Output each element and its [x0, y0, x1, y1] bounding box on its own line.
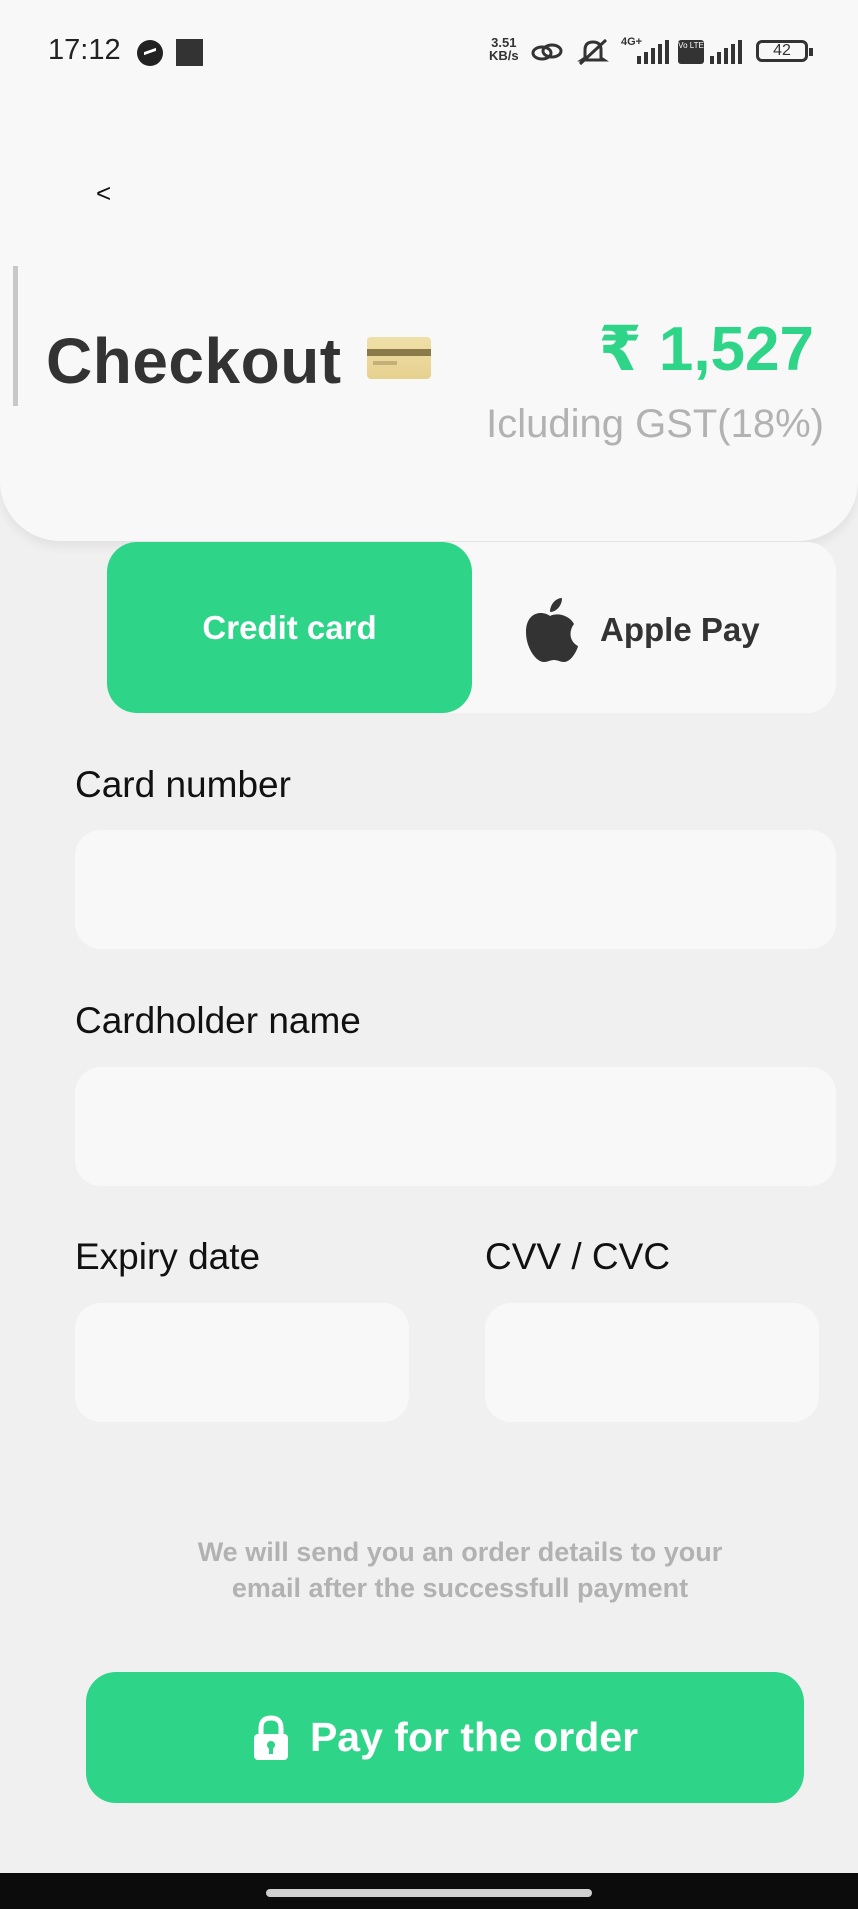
- card-number-label: Card number: [75, 764, 291, 805]
- back-button[interactable]: <: [96, 178, 111, 209]
- scroll-indicator: [13, 266, 18, 406]
- email-info-line: email after the successfull payment: [231, 1573, 689, 1603]
- mute-icon: [577, 38, 609, 66]
- email-info-line: We will send you an order details to you…: [197, 1537, 723, 1567]
- tax-note: Icluding GST(18%): [486, 402, 824, 446]
- signal-icon: [637, 40, 669, 64]
- net-speed: 3.51 KB/s: [489, 36, 519, 62]
- stop-icon: [176, 39, 203, 66]
- battery-icon: 42: [756, 40, 813, 62]
- link-icon: [531, 43, 563, 61]
- apple-icon: [526, 598, 578, 662]
- expiry-date-label: Expiry date: [75, 1236, 261, 1277]
- cardholder-name-label: Cardholder name: [75, 1000, 361, 1041]
- credit-card-tab-label: Credit card: [202, 608, 377, 646]
- lock-icon: [253, 1714, 288, 1760]
- volte-badge: Vo LTE: [678, 40, 704, 64]
- page-title: Checkout: [46, 325, 342, 397]
- apple-pay-tab-label: Apple Pay: [600, 611, 760, 648]
- credit-card-tab[interactable]: Credit card: [107, 542, 472, 713]
- cardholder-name-input[interactable]: [75, 1067, 836, 1186]
- expiry-date-input[interactable]: [75, 1303, 409, 1422]
- card-number-input[interactable]: [75, 830, 836, 949]
- pay-button[interactable]: Pay for the order: [86, 1672, 804, 1803]
- pay-button-label: Pay for the order: [309, 1714, 639, 1760]
- cvv-label: CVV / CVC: [485, 1236, 671, 1277]
- credit-card-icon: [367, 337, 431, 379]
- apple-pay-tab[interactable]: Apple Pay: [520, 580, 760, 680]
- cvv-input[interactable]: [485, 1303, 819, 1422]
- status-time: 17:12: [48, 34, 121, 66]
- status-bar: 17:12 3.51 KB/s 4G+ Vo LTE 42: [0, 0, 858, 104]
- net-speed-unit: KB/s: [489, 48, 519, 63]
- order-total-price: ₹ 1,527: [598, 315, 814, 384]
- messenger-icon: [137, 40, 163, 66]
- signal-icon: [710, 40, 742, 64]
- email-info-text: We will send you an order details to you…: [160, 1534, 760, 1606]
- home-indicator[interactable]: [266, 1889, 592, 1897]
